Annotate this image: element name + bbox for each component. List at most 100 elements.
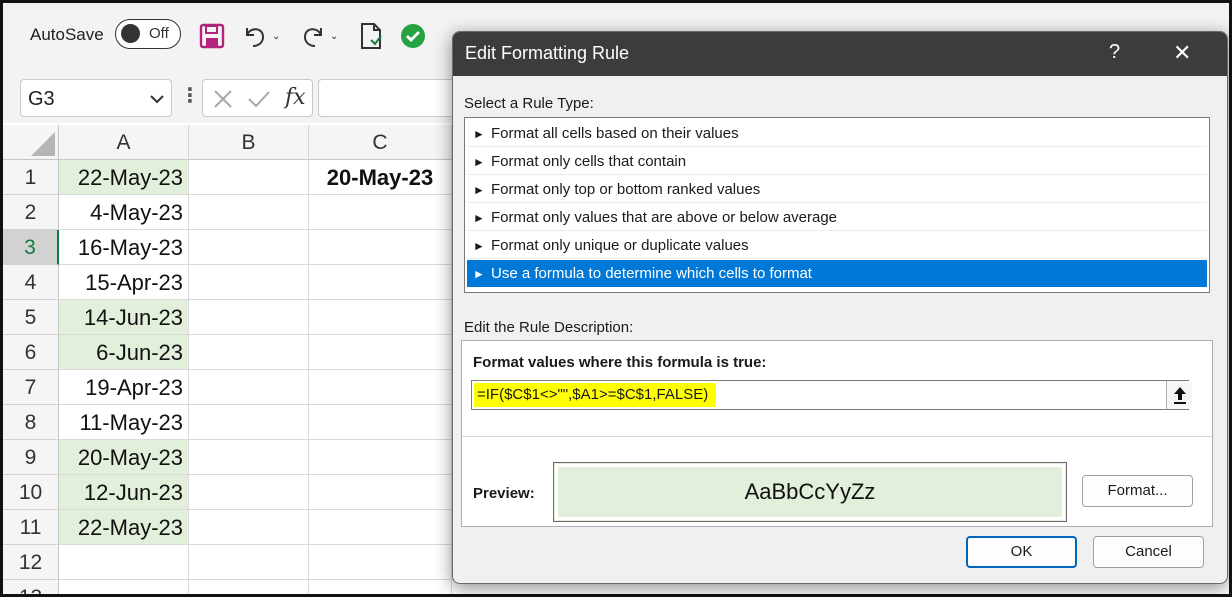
cell-b12[interactable] (189, 545, 309, 580)
excel-window: AutoSave Off ⌄ ⌄ G3 ⋮ fx A B C 1 22-May-… (0, 0, 1232, 597)
name-box-value: G3 (28, 88, 55, 110)
cell-c2[interactable] (309, 195, 452, 230)
rule-type-list: ► Format all cells based on their values ►… (464, 117, 1210, 293)
new-file-icon[interactable] (359, 21, 383, 51)
chevron-down-icon[interactable]: ⌄ (330, 31, 338, 42)
cell-c3[interactable] (309, 230, 452, 265)
rule-description-box: Format values where this formula is true… (461, 340, 1213, 527)
column-header-c[interactable]: C (309, 125, 452, 160)
cell-a10[interactable]: 12-Jun-23 (59, 475, 189, 510)
column-header-b[interactable]: B (189, 125, 309, 160)
cell-c11[interactable] (309, 510, 452, 545)
cell-c12[interactable] (309, 545, 452, 580)
select-all-corner[interactable] (3, 125, 59, 160)
cell-b4[interactable] (189, 265, 309, 300)
cell-b7[interactable] (189, 370, 309, 405)
bullet-arrow-icon: ► (473, 211, 485, 225)
cell-b10[interactable] (189, 475, 309, 510)
autosave-toggle[interactable]: Off (115, 19, 181, 49)
preview-label: Preview: (473, 485, 535, 502)
row-header-5[interactable]: 5 (3, 300, 59, 335)
row-header-9[interactable]: 9 (3, 440, 59, 475)
more-options-icon[interactable]: ⋮ (180, 83, 200, 108)
row-header-11[interactable]: 11 (3, 510, 59, 545)
rule-type-item[interactable]: ► Use a formula to determine which cells … (467, 260, 1207, 287)
ok-button[interactable]: OK (966, 536, 1077, 568)
cell-c1[interactable]: 20-May-23 (309, 160, 452, 195)
help-button[interactable]: ? (1109, 41, 1120, 64)
cell-c6[interactable] (309, 335, 452, 370)
cell-a2[interactable]: 4-May-23 (59, 195, 189, 230)
bullet-arrow-icon: ► (473, 183, 485, 197)
cell-b8[interactable] (189, 405, 309, 440)
formula-field[interactable]: =IF($C$1<>"",$A1>=$C$1,FALSE) (471, 380, 1189, 410)
chevron-down-icon[interactable]: ⌄ (272, 31, 280, 42)
row-header-10[interactable]: 10 (3, 475, 59, 510)
cell-b3[interactable] (189, 230, 309, 265)
toggle-state: Off (149, 25, 169, 42)
cancel-entry-icon[interactable] (213, 89, 233, 114)
bullet-arrow-icon: ► (473, 239, 485, 253)
cell-a5[interactable]: 14-Jun-23 (59, 300, 189, 335)
row-header-8[interactable]: 8 (3, 405, 59, 440)
cell-b13[interactable] (189, 580, 309, 594)
cell-a4[interactable]: 15-Apr-23 (59, 265, 189, 300)
cell-c9[interactable] (309, 440, 452, 475)
edit-formatting-rule-dialog: Edit Formatting Rule ? ✕ Select a Rule T… (452, 31, 1228, 584)
format-button[interactable]: Format... (1082, 475, 1193, 507)
cell-a9[interactable]: 20-May-23 (59, 440, 189, 475)
cell-c8[interactable] (309, 405, 452, 440)
cell-b1[interactable] (189, 160, 309, 195)
cell-b5[interactable] (189, 300, 309, 335)
bullet-arrow-icon: ► (473, 155, 485, 169)
toggle-knob (121, 24, 140, 43)
row-header-6[interactable]: 6 (3, 335, 59, 370)
cell-c13[interactable] (309, 580, 452, 594)
rule-type-item[interactable]: ► Format only unique or duplicate values (467, 232, 1207, 259)
rule-description-label: Edit the Rule Description: (464, 319, 634, 336)
cell-a8[interactable]: 11-May-23 (59, 405, 189, 440)
cell-a6[interactable]: 6-Jun-23 (59, 335, 189, 370)
save-icon[interactable] (199, 21, 225, 51)
insert-function-icon[interactable]: fx (285, 85, 306, 110)
cell-a11[interactable]: 22-May-23 (59, 510, 189, 545)
row-header-7[interactable]: 7 (3, 370, 59, 405)
row-header-1[interactable]: 1 (3, 160, 59, 195)
undo-icon[interactable]: ⌄ (241, 21, 280, 51)
chevron-down-icon[interactable] (150, 91, 164, 109)
rule-type-item[interactable]: ► Format only cells that contain (467, 148, 1207, 175)
cell-a1[interactable]: 22-May-23 (59, 160, 189, 195)
rule-type-item[interactable]: ► Format all cells based on their values (467, 120, 1207, 147)
dialog-title-bar: Edit Formatting Rule ? ✕ (453, 32, 1227, 76)
name-box[interactable]: G3 (20, 79, 172, 117)
cell-b6[interactable] (189, 335, 309, 370)
rule-type-item[interactable]: ► Format only top or bottom ranked values (467, 176, 1207, 203)
row-header-2[interactable]: 2 (3, 195, 59, 230)
cell-a7[interactable]: 19-Apr-23 (59, 370, 189, 405)
cell-b2[interactable] (189, 195, 309, 230)
close-icon[interactable]: ✕ (1173, 40, 1191, 66)
row-header-13[interactable]: 13 (3, 580, 59, 594)
rule-type-label: Format only cells that contain (491, 153, 687, 170)
row-header-3[interactable]: 3 (3, 230, 59, 265)
upload-arrow-icon (1173, 387, 1186, 404)
cell-c5[interactable] (309, 300, 452, 335)
cell-a13[interactable] (59, 580, 189, 594)
format-preview: AaBbCcYyZz (553, 462, 1067, 522)
column-header-a[interactable]: A (59, 125, 189, 160)
row-header-12[interactable]: 12 (3, 545, 59, 580)
cell-c7[interactable] (309, 370, 452, 405)
redo-icon[interactable]: ⌄ (299, 21, 338, 51)
cell-c4[interactable] (309, 265, 452, 300)
cancel-button[interactable]: Cancel (1093, 536, 1204, 568)
cell-a3[interactable]: 16-May-23 (59, 230, 189, 265)
cell-b11[interactable] (189, 510, 309, 545)
confirm-entry-icon[interactable] (247, 89, 271, 114)
rule-type-item[interactable]: ► Format only values that are above or be… (467, 204, 1207, 231)
cell-a12[interactable] (59, 545, 189, 580)
check-circle-icon[interactable] (399, 21, 427, 51)
row-header-4[interactable]: 4 (3, 265, 59, 300)
cell-c10[interactable] (309, 475, 452, 510)
cell-b9[interactable] (189, 440, 309, 475)
collapse-dialog-button[interactable] (1166, 381, 1192, 409)
